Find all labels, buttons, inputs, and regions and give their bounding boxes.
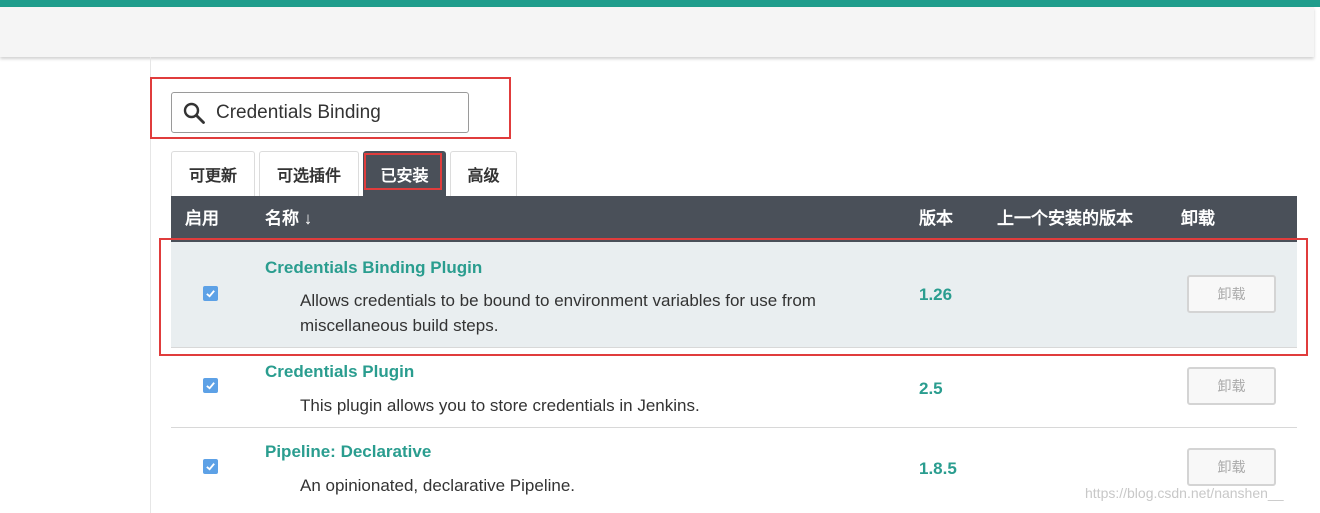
enabled-checkbox[interactable] bbox=[203, 378, 218, 393]
table-row: Credentials Plugin This plugin allows yo… bbox=[171, 348, 1297, 428]
table-header: 启用 名称 ↓ 版本 上一个安装的版本 卸载 bbox=[171, 196, 1297, 242]
table-row: Credentials Binding Plugin Allows creden… bbox=[171, 242, 1297, 348]
sidebar-divider bbox=[150, 57, 151, 513]
header-enabled: 启用 bbox=[185, 209, 219, 228]
installed-plugins-table: 启用 名称 ↓ 版本 上一个安装的版本 卸载 Credentials Bindi… bbox=[171, 196, 1297, 508]
plugin-search-box[interactable] bbox=[171, 92, 469, 133]
plugin-description: Allows credentials to be bound to enviro… bbox=[300, 291, 816, 335]
search-input[interactable] bbox=[216, 99, 461, 127]
tab-advanced[interactable]: 高级 bbox=[450, 151, 517, 196]
watermark: https://blog.csdn.net/nanshen__ bbox=[1085, 485, 1284, 501]
plugin-version: 2.5 bbox=[919, 379, 943, 398]
top-accent-bar bbox=[0, 0, 1320, 7]
search-icon bbox=[183, 102, 205, 124]
checkmark-icon bbox=[206, 463, 215, 471]
enabled-checkbox[interactable] bbox=[203, 459, 218, 474]
checkmark-icon bbox=[206, 290, 215, 298]
checkmark-icon bbox=[206, 382, 215, 390]
page-header bbox=[0, 7, 1314, 57]
plugin-description: An opinionated, declarative Pipeline. bbox=[300, 476, 576, 495]
plugin-version: 1.8.5 bbox=[919, 459, 957, 478]
uninstall-button[interactable]: 卸载 bbox=[1187, 367, 1276, 405]
uninstall-button[interactable]: 卸载 bbox=[1187, 275, 1276, 313]
uninstall-button[interactable]: 卸载 bbox=[1187, 448, 1276, 486]
tab-installed[interactable]: 已安装 bbox=[363, 151, 446, 196]
plugin-description: This plugin allows you to store credenti… bbox=[300, 396, 700, 415]
header-uninstall: 卸载 bbox=[1181, 209, 1215, 228]
plugin-name-link[interactable]: Credentials Plugin bbox=[265, 362, 414, 382]
plugin-name-link[interactable]: Credentials Binding Plugin bbox=[265, 258, 482, 278]
header-version[interactable]: 版本 bbox=[919, 196, 953, 242]
header-previous-version: 上一个安装的版本 bbox=[997, 209, 1133, 228]
header-name[interactable]: 名称 ↓ bbox=[265, 196, 312, 242]
enabled-checkbox[interactable] bbox=[203, 286, 218, 301]
tab-available[interactable]: 可选插件 bbox=[259, 151, 359, 196]
plugin-version: 1.26 bbox=[919, 285, 953, 304]
plugin-name-link[interactable]: Pipeline: Declarative bbox=[265, 442, 431, 462]
tab-updates[interactable]: 可更新 bbox=[171, 151, 255, 196]
